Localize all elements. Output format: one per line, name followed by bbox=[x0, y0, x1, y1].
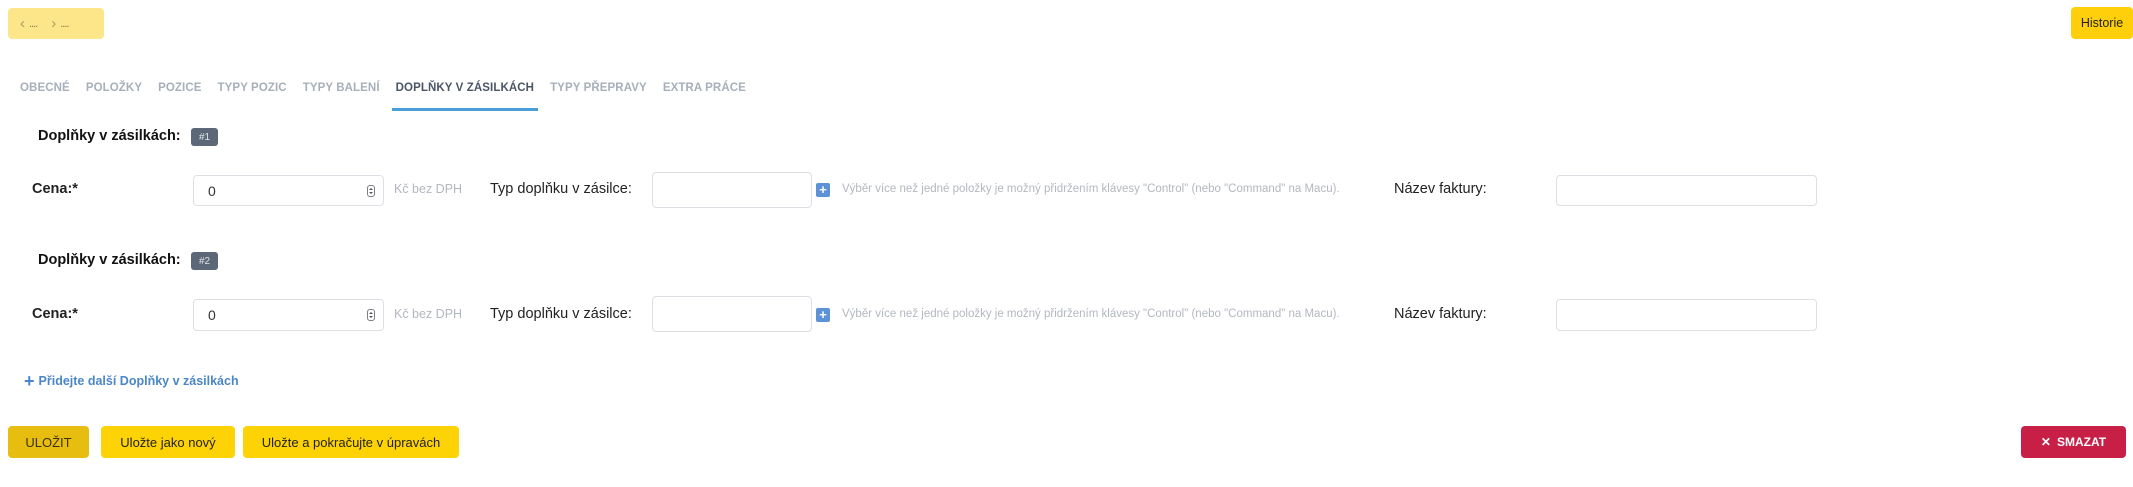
delete-label: SMAZAT bbox=[2056, 435, 2107, 449]
next-record-button[interactable]: › .... bbox=[51, 15, 69, 32]
tab-items[interactable]: POLOŽKY bbox=[86, 78, 142, 108]
price-unit: Kč bez DPH bbox=[394, 182, 463, 196]
add-supplement-type-icon[interactable]: + bbox=[816, 308, 830, 322]
multi-select-hint: Výběr více než jedné položky je možný př… bbox=[842, 308, 1340, 320]
save-and-continue-button[interactable]: Uložte a pokračujte v úpravách bbox=[243, 426, 459, 458]
price-label: Cena:* bbox=[32, 306, 78, 322]
add-another-supplement-link[interactable]: + Přidejte další Doplňky v zásilkách bbox=[24, 372, 239, 390]
supplement-type-select[interactable] bbox=[652, 172, 812, 208]
tab-shipment-supplements[interactable]: DOPLŇKY V ZÁSILKÁCH bbox=[391, 78, 539, 111]
section-title: Doplňky v zásilkách: bbox=[38, 128, 181, 144]
next-record-label: .... bbox=[60, 17, 69, 30]
prev-record-label: .... bbox=[29, 17, 38, 30]
prev-record-button[interactable]: ‹ .... bbox=[20, 15, 38, 32]
plus-icon: + bbox=[24, 371, 35, 391]
chevron-left-icon: ‹ bbox=[20, 15, 25, 32]
supplement-type-select[interactable] bbox=[652, 296, 812, 332]
add-supplement-type-icon[interactable]: + bbox=[816, 183, 830, 197]
price-value: 0 bbox=[208, 307, 216, 323]
price-value: 0 bbox=[208, 182, 216, 199]
price-input[interactable]: 0 bbox=[193, 175, 384, 206]
invoice-name-label: Název faktury: bbox=[1394, 306, 1487, 322]
price-unit: Kč bez DPH bbox=[394, 307, 463, 321]
chevron-right-icon: › bbox=[51, 15, 57, 32]
number-spinner-icon[interactable] bbox=[367, 184, 375, 197]
tab-positions[interactable]: POZICE bbox=[158, 78, 201, 108]
delete-button[interactable]: ✕ SMAZAT bbox=[2021, 426, 2126, 458]
add-another-supplement-label: Přidejte další Doplňky v zásilkách bbox=[38, 374, 239, 388]
number-spinner-icon[interactable] bbox=[367, 309, 375, 321]
multi-select-hint: Výběr více než jedné položky je možný př… bbox=[842, 183, 1340, 195]
section-index-badge: #1 bbox=[191, 128, 218, 146]
tab-bar: OBECNÉ POLOŽKY POZICE TYPY POZIC TYPY BA… bbox=[20, 78, 762, 111]
supplement-type-label: Typ doplňku v zásilce: bbox=[490, 306, 632, 322]
tab-general[interactable]: OBECNÉ bbox=[20, 78, 70, 108]
invoice-name-label: Název faktury: bbox=[1394, 181, 1487, 197]
tab-transport-types[interactable]: TYPY PŘEPRAVY bbox=[550, 78, 647, 108]
invoice-name-input[interactable] bbox=[1556, 299, 1817, 331]
price-label: Cena:* bbox=[32, 181, 78, 197]
invoice-name-input[interactable] bbox=[1556, 175, 1817, 206]
record-navigation: ‹ .... › .... bbox=[8, 8, 104, 39]
supplement-type-label: Typ doplňku v zásilce: bbox=[490, 181, 632, 197]
close-icon: ✕ bbox=[2040, 435, 2051, 449]
save-button[interactable]: ULOŽIT bbox=[8, 426, 89, 458]
section-title: Doplňky v zásilkách: bbox=[38, 252, 181, 268]
history-button[interactable]: Historie bbox=[2071, 7, 2133, 39]
tab-extra-work[interactable]: EXTRA PRÁCE bbox=[663, 78, 746, 108]
price-input[interactable]: 0 bbox=[193, 299, 384, 331]
section-index-badge: #2 bbox=[191, 252, 218, 270]
tab-position-types[interactable]: TYPY POZIC bbox=[218, 78, 287, 108]
save-as-new-button[interactable]: Uložte jako nový bbox=[101, 426, 235, 458]
tab-packaging-types[interactable]: TYPY BALENÍ bbox=[303, 78, 380, 108]
